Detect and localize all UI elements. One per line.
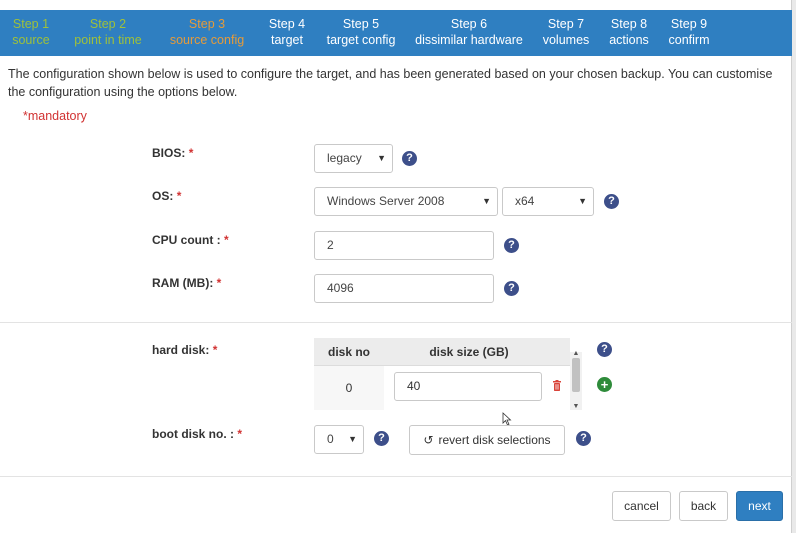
ram-label-text: RAM (MB): — [152, 276, 214, 290]
wizard-steps-bar: Step 1 source Step 2 point in time Step … — [0, 10, 792, 56]
undo-icon: ↺ — [423, 433, 434, 447]
question-circle-icon[interactable]: ? — [374, 431, 389, 446]
ram-label: RAM (MB): * — [152, 276, 221, 290]
question-circle-icon[interactable]: ? — [576, 431, 591, 446]
step-2[interactable]: Step 2 point in time — [74, 16, 141, 48]
required-marker: * — [216, 276, 222, 290]
cancel-button[interactable]: cancel — [612, 491, 671, 521]
caret-down-icon: ▼ — [482, 196, 491, 206]
intro-text: The configuration shown below is used to… — [8, 67, 773, 99]
disk-size-input[interactable]: 40 — [394, 372, 542, 401]
step-name: source config — [169, 33, 245, 47]
revert-button-label: revert disk selections — [438, 433, 551, 447]
revert-disk-selections-button[interactable]: ↺ revert disk selections — [409, 425, 565, 455]
step-number: Step 6 — [450, 17, 488, 31]
step-number: Step 9 — [670, 17, 708, 31]
step-7[interactable]: Step 7 volumes — [543, 16, 590, 48]
bios-label: BIOS: * — [152, 146, 193, 160]
step-8[interactable]: Step 8 actions — [609, 16, 649, 48]
trash-icon[interactable] — [552, 380, 562, 394]
column-header-disk-size: disk size (GB) — [429, 345, 509, 359]
step-number: Step 1 — [12, 17, 50, 31]
scroll-down-arrow-icon[interactable]: ▼ — [570, 403, 582, 410]
step-9[interactable]: Step 9 confirm — [669, 16, 710, 48]
step-name: actions — [609, 33, 649, 47]
step-name: confirm — [668, 33, 710, 47]
step-1[interactable]: Step 1 source — [12, 16, 50, 48]
hard-disk-label-text: hard disk: — [152, 343, 210, 357]
required-marker: * — [212, 343, 218, 357]
disk-table-header: disk no disk size (GB) — [314, 338, 570, 366]
plus-circle-icon[interactable]: + — [597, 377, 612, 392]
step-4[interactable]: Step 4 target — [269, 16, 305, 48]
step-number: Step 7 — [547, 17, 585, 31]
bios-label-text: BIOS: — [152, 146, 186, 160]
cpu-count-input[interactable]: 2 — [314, 231, 494, 260]
wizard-panel: Step 1 source Step 2 point in time Step … — [0, 0, 792, 533]
question-circle-icon[interactable]: ? — [604, 194, 619, 209]
step-number: Step 2 — [89, 17, 127, 31]
scroll-up-arrow-icon[interactable]: ▲ — [570, 350, 582, 357]
boot-disk-select-value: 0 — [327, 432, 334, 446]
step-name: volumes — [542, 33, 590, 47]
mouse-cursor-icon — [502, 412, 512, 426]
cpu-count-label: CPU count : * — [152, 233, 229, 247]
footer-divider — [0, 476, 792, 477]
section-divider — [0, 322, 792, 323]
caret-down-icon: ▼ — [377, 153, 386, 163]
scrollbar-thumb[interactable] — [572, 358, 580, 392]
bios-select[interactable]: legacy ▼ — [314, 144, 393, 173]
table-row: 0 40 — [314, 366, 570, 410]
question-circle-icon[interactable]: ? — [402, 151, 417, 166]
ram-input[interactable]: 4096 — [314, 274, 494, 303]
next-button[interactable]: next — [736, 491, 783, 521]
os-select-value: Windows Server 2008 — [327, 194, 445, 208]
os-select[interactable]: Windows Server 2008 ▼ — [314, 187, 498, 216]
required-marker: * — [224, 233, 229, 247]
required-marker: * — [237, 427, 243, 441]
mandatory-note: *mandatory — [23, 109, 87, 123]
cpu-count-label-text: CPU count : — [152, 233, 221, 247]
required-marker: * — [176, 189, 182, 203]
boot-disk-select[interactable]: 0 ▼ — [314, 425, 364, 454]
disk-no-cell: 0 — [314, 366, 384, 410]
hard-disk-label: hard disk: * — [152, 343, 217, 357]
boot-disk-label-text: boot disk no. : — [152, 427, 234, 441]
step-number: Step 3 — [188, 17, 226, 31]
os-label-text: OS: — [152, 189, 174, 203]
step-3[interactable]: Step 3 source config — [170, 16, 244, 48]
caret-down-icon: ▼ — [578, 196, 587, 206]
required-marker: * — [188, 146, 194, 160]
step-5[interactable]: Step 5 target config — [327, 16, 396, 48]
step-6[interactable]: Step 6 dissimilar hardware — [415, 16, 523, 48]
step-name: dissimilar hardware — [415, 33, 523, 47]
disk-table: disk no disk size (GB) 0 40 ▲ ▼ — [314, 338, 584, 410]
step-name: target — [271, 33, 303, 47]
step-number: Step 8 — [610, 17, 648, 31]
boot-disk-label: boot disk no. : * — [152, 427, 242, 441]
question-circle-icon[interactable]: ? — [597, 342, 612, 357]
disk-table-scrollbar[interactable]: ▲ ▼ — [570, 350, 582, 410]
os-label: OS: * — [152, 189, 181, 203]
back-button[interactable]: back — [679, 491, 728, 521]
step-name: target config — [326, 33, 396, 47]
step-number: Step 5 — [342, 17, 380, 31]
step-name: point in time — [74, 33, 142, 47]
question-circle-icon[interactable]: ? — [504, 281, 519, 296]
step-name: source — [12, 33, 50, 47]
step-number: Step 4 — [268, 17, 306, 31]
architecture-select[interactable]: x64 ▼ — [502, 187, 594, 216]
bios-select-value: legacy — [327, 151, 362, 165]
question-circle-icon[interactable]: ? — [504, 238, 519, 253]
column-header-disk-no: disk no — [327, 345, 370, 359]
architecture-select-value: x64 — [515, 194, 535, 208]
caret-down-icon: ▼ — [348, 434, 357, 444]
